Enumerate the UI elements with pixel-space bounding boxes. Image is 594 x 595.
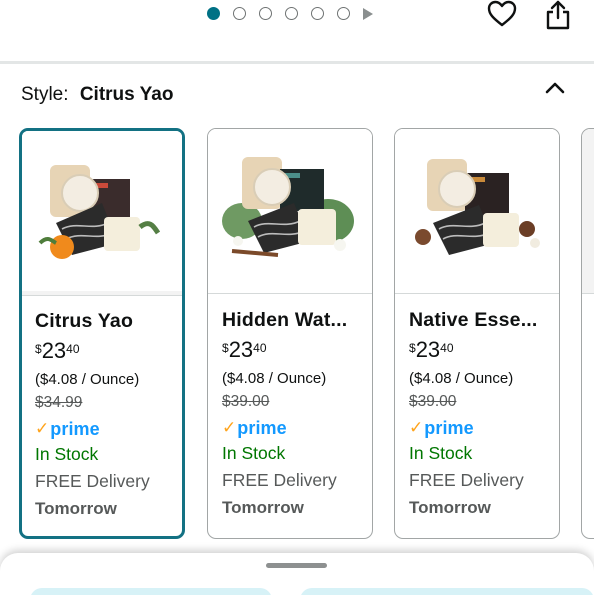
style-option-card[interactable]: Native Esse... $ 23 40 ($4.08 / Ounce) $… bbox=[394, 128, 560, 539]
carousel-dot-2[interactable] bbox=[233, 7, 246, 20]
prime-label: prime bbox=[424, 417, 474, 438]
image-gallery-header bbox=[0, 0, 594, 62]
carousel-dot-3[interactable] bbox=[259, 7, 272, 20]
unit-price: ($4.08 / Ounce) bbox=[35, 371, 140, 388]
prime-badge: ✓ prime bbox=[35, 418, 176, 440]
sheet-button-left[interactable] bbox=[30, 588, 272, 595]
carousel-dot-6[interactable] bbox=[337, 7, 350, 20]
price-whole: 23 bbox=[415, 337, 441, 362]
product-image bbox=[208, 129, 372, 294]
prime-label: prime bbox=[237, 417, 287, 438]
price-whole: 23 bbox=[41, 338, 67, 363]
price-currency: $ bbox=[409, 341, 416, 355]
product-name: Hidden Wat... bbox=[222, 309, 348, 331]
sheet-drag-handle[interactable] bbox=[266, 563, 327, 568]
chevron-up-icon[interactable] bbox=[545, 80, 565, 94]
list-price: $39.00 bbox=[409, 393, 457, 410]
style-option-card[interactable]: Citrus Yao $ 23 40 ($4.08 / Ounce) $34.9… bbox=[19, 128, 185, 539]
product-price: $ 23 40 bbox=[35, 339, 176, 365]
carousel-dot-5[interactable] bbox=[311, 7, 324, 20]
carousel-dot-4[interactable] bbox=[285, 7, 298, 20]
unit-price: ($4.08 / Ounce) bbox=[222, 370, 327, 387]
prime-badge: ✓ prime bbox=[222, 417, 366, 439]
product-image bbox=[22, 131, 182, 296]
price-currency: $ bbox=[35, 342, 42, 356]
stock-status: In Stock bbox=[35, 444, 99, 464]
delivery-day: Tomorrow bbox=[409, 498, 491, 517]
list-price: $39.00 bbox=[222, 393, 270, 410]
product-image bbox=[582, 129, 594, 294]
prime-check-icon: ✓ bbox=[35, 419, 50, 438]
product-price: $ 23 40 bbox=[222, 338, 366, 364]
delivery-label: FREE Delivery bbox=[35, 471, 150, 491]
carousel-dot-1[interactable] bbox=[207, 7, 220, 20]
style-value: Citrus Yao bbox=[79, 84, 174, 105]
prime-badge: ✓ prime bbox=[409, 417, 553, 439]
delivery-label: FREE Delivery bbox=[222, 470, 337, 490]
share-icon[interactable] bbox=[545, 0, 571, 30]
sheet-button-right[interactable] bbox=[300, 588, 594, 595]
style-options-carousel[interactable]: Citrus Yao $ 23 40 ($4.08 / Ounce) $34.9… bbox=[19, 128, 594, 542]
unit-price: ($4.08 / Ounce) bbox=[409, 370, 514, 387]
prime-check-icon: ✓ bbox=[222, 418, 237, 437]
style-selector-header[interactable]: Style: Citrus Yao bbox=[21, 84, 173, 106]
section-divider bbox=[0, 61, 594, 64]
price-fraction: 40 bbox=[66, 342, 80, 356]
product-name: Citrus Yao bbox=[35, 310, 134, 332]
prime-label: prime bbox=[50, 418, 100, 439]
list-price: $34.99 bbox=[35, 394, 83, 411]
price-whole: 23 bbox=[228, 337, 254, 362]
price-fraction: 40 bbox=[440, 341, 454, 355]
product-name: Native Esse... bbox=[409, 309, 538, 331]
style-option-card-partial[interactable] bbox=[581, 128, 594, 539]
style-option-card[interactable]: Hidden Wat... $ 23 40 ($4.08 / Ounce) $3… bbox=[207, 128, 373, 539]
stock-status: In Stock bbox=[409, 443, 473, 463]
product-image bbox=[395, 129, 559, 294]
delivery-day: Tomorrow bbox=[35, 499, 117, 518]
video-play-icon[interactable] bbox=[363, 7, 373, 20]
carousel-pagination[interactable] bbox=[207, 7, 373, 20]
prime-check-icon: ✓ bbox=[409, 418, 424, 437]
price-currency: $ bbox=[222, 341, 229, 355]
delivery-day: Tomorrow bbox=[222, 498, 304, 517]
price-fraction: 40 bbox=[253, 341, 267, 355]
product-price: $ 23 40 bbox=[409, 338, 553, 364]
stock-status: In Stock bbox=[222, 443, 286, 463]
style-label: Style: bbox=[21, 84, 69, 105]
delivery-label: FREE Delivery bbox=[409, 470, 524, 490]
heart-icon[interactable] bbox=[487, 0, 517, 28]
